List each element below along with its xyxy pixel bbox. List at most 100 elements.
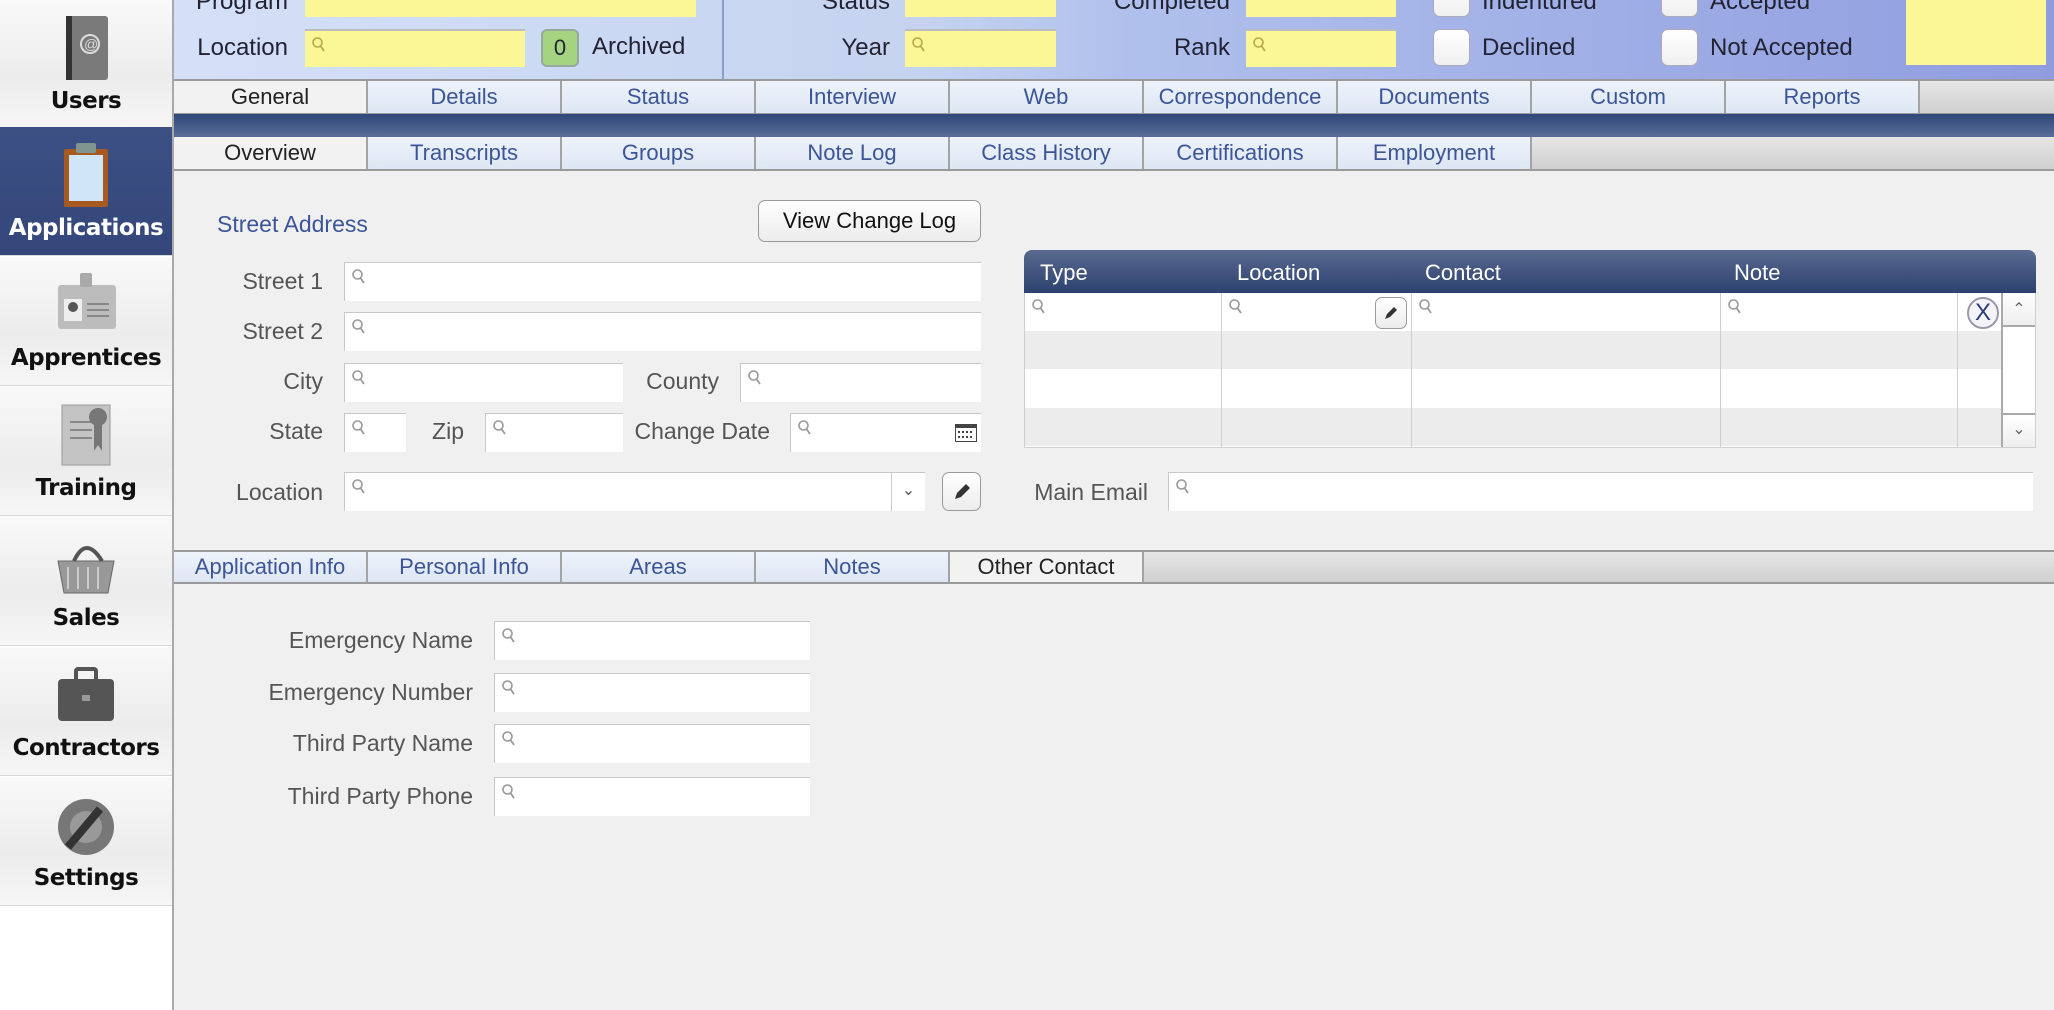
delete-row-button[interactable]: X (1967, 297, 1999, 329)
column-header-location[interactable]: Location (1237, 260, 1320, 286)
grid-scrollbar[interactable]: ⌃ ⌄ (2001, 293, 2035, 447)
third-party-phone-label: Third Party Phone (287, 783, 473, 809)
type-input[interactable] (1025, 293, 1221, 331)
city-label: City (283, 368, 323, 394)
emergency-number-input[interactable] (494, 673, 810, 712)
tab-class-history[interactable]: Class History (950, 137, 1144, 169)
sidebar-item-applications[interactable]: Applications (0, 127, 172, 256)
program-field[interactable] (305, 0, 696, 17)
sidebar-item-training[interactable]: Training (0, 387, 172, 516)
zip-input[interactable] (485, 413, 623, 452)
tab-employment[interactable]: Employment (1338, 137, 1532, 169)
status-field[interactable] (905, 0, 1056, 17)
sidebar-item-label: Users (50, 88, 122, 114)
table-row[interactable]: X (1025, 293, 2001, 331)
tab-overview[interactable]: Overview (174, 137, 368, 169)
table-row[interactable] (1025, 370, 2001, 408)
sidebar: @ Users Applications Apprentices Trainin… (0, 0, 174, 1010)
tab-transcripts[interactable]: Transcripts (368, 137, 562, 169)
tab-general[interactable]: General (174, 81, 368, 113)
briefcase-icon (58, 667, 114, 721)
accepted-label: Accepted (1710, 0, 1811, 15)
search-icon (912, 37, 925, 52)
edit-location-button[interactable] (942, 472, 981, 511)
accepted-checkbox[interactable] (1661, 0, 1698, 17)
location-input[interactable] (1222, 293, 1411, 331)
archived-label: Archived (592, 33, 686, 60)
tab-notes[interactable]: Notes (756, 552, 950, 582)
sidebar-item-contractors[interactable]: Contractors (0, 647, 172, 776)
search-icon (1229, 299, 1242, 314)
declined-checkbox[interactable] (1433, 29, 1470, 66)
scroll-down-icon[interactable]: ⌄ (2003, 413, 2035, 447)
year-field[interactable] (905, 29, 1056, 67)
sidebar-item-label: Sales (52, 605, 120, 631)
street1-input[interactable] (344, 262, 981, 301)
view-change-log-button[interactable]: View Change Log (758, 200, 981, 242)
sub-tab-bar: Overview Transcripts Groups Note Log Class H… (174, 137, 2054, 171)
location-dropdown[interactable]: ⌄ (344, 472, 925, 511)
main-email-input[interactable] (1168, 472, 2033, 511)
change-date-input[interactable] (790, 413, 981, 452)
tab-correspondence[interactable]: Correspondence (1144, 81, 1338, 113)
tab-application-info[interactable]: Application Info (174, 552, 368, 582)
indentured-checkbox[interactable] (1433, 0, 1470, 17)
tab-other-contact[interactable]: Other Contact (950, 552, 1144, 582)
tab-web[interactable]: Web (950, 81, 1144, 113)
contact-input[interactable] (1412, 293, 1720, 331)
tab-status[interactable]: Status (562, 81, 756, 113)
section-bar (174, 114, 2054, 137)
contact-grid: Type Location Contact Note X ⌃ ⌄ (1024, 250, 2036, 448)
state-input[interactable] (344, 413, 406, 452)
tab-interview[interactable]: Interview (756, 81, 950, 113)
column-header-note[interactable]: Note (1734, 260, 1780, 286)
sidebar-item-settings[interactable]: Settings (0, 777, 172, 906)
location-field[interactable] (305, 29, 525, 67)
third-party-phone-input[interactable] (494, 777, 810, 816)
search-icon (352, 479, 365, 494)
year-label: Year (841, 34, 891, 61)
street2-input[interactable] (344, 312, 981, 351)
grid-body: X ⌃ ⌄ (1024, 293, 2036, 448)
tab-groups[interactable]: Groups (562, 137, 756, 169)
tab-reports[interactable]: Reports (1726, 81, 1920, 113)
photo-field[interactable] (1906, 0, 2046, 65)
bottom-tab-bar: Application Info Personal Info Areas Notes O… (174, 550, 2054, 584)
note-input[interactable] (1721, 293, 1957, 331)
tab-documents[interactable]: Documents (1338, 81, 1532, 113)
column-header-type[interactable]: Type (1040, 260, 1088, 286)
svg-text:@: @ (84, 36, 98, 52)
emergency-name-input[interactable] (494, 621, 810, 660)
scroll-up-icon[interactable]: ⌃ (2003, 293, 2035, 327)
search-icon (352, 269, 365, 284)
column-header-contact[interactable]: Contact (1425, 260, 1501, 286)
county-input[interactable] (740, 363, 981, 402)
calendar-icon[interactable] (955, 424, 977, 442)
tab-certifications[interactable]: Certifications (1144, 137, 1338, 169)
edit-row-location-button[interactable] (1375, 297, 1407, 329)
tab-custom[interactable]: Custom (1532, 81, 1726, 113)
chevron-down-icon[interactable]: ⌄ (891, 473, 925, 511)
certificate-icon (61, 404, 111, 466)
search-icon (1176, 479, 1189, 494)
tab-note-log[interactable]: Note Log (756, 137, 950, 169)
zip-label: Zip (432, 418, 464, 444)
tab-details[interactable]: Details (368, 81, 562, 113)
search-icon (1419, 299, 1432, 314)
not-accepted-checkbox[interactable] (1661, 29, 1698, 66)
table-row[interactable] (1025, 331, 2001, 369)
id-badge-icon (58, 273, 116, 329)
tab-areas[interactable]: Areas (562, 552, 756, 582)
wrench-gear-icon (58, 799, 114, 855)
completed-field[interactable] (1246, 0, 1396, 17)
rank-field[interactable] (1246, 29, 1396, 67)
sidebar-item-users[interactable]: @ Users (0, 0, 172, 129)
city-input[interactable] (344, 363, 623, 402)
third-party-name-input[interactable] (494, 724, 810, 763)
sidebar-item-sales[interactable]: Sales (0, 517, 172, 646)
tab-personal-info[interactable]: Personal Info (368, 552, 562, 582)
search-icon (1728, 299, 1741, 314)
status-label: Status (821, 0, 890, 15)
sidebar-item-apprentices[interactable]: Apprentices (0, 257, 172, 386)
table-row[interactable] (1025, 408, 2001, 446)
